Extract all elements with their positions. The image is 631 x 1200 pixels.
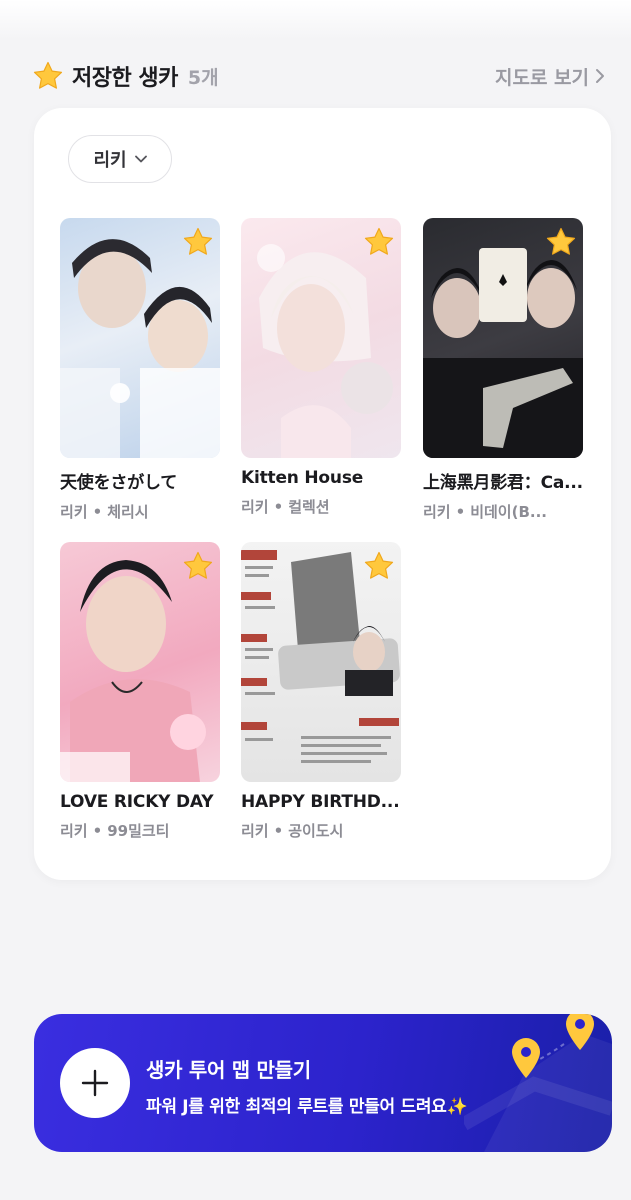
add-button[interactable] — [60, 1048, 130, 1118]
meta-separator: • — [92, 503, 103, 521]
cafe-card[interactable]: HAPPY BIRTHD... 리키 • 공이도시 — [241, 542, 401, 841]
cafe-artist: 리키 — [60, 822, 88, 840]
create-tour-map-banner[interactable]: 생카 투어 맵 만들기 파워 J를 위한 최적의 루트를 만들어 드려요✨ — [34, 1014, 612, 1152]
cafe-title: LOVE RICKY DAY — [60, 792, 214, 812]
cafe-card[interactable]: 天使をさがして 리키 • 체리시 — [60, 218, 220, 522]
top-fade — [0, 0, 631, 40]
cafe-place: 99밀크티 — [107, 822, 170, 840]
favorite-star-icon[interactable] — [182, 550, 214, 582]
artist-filter-label: 리키 — [93, 150, 127, 171]
plus-icon — [81, 1069, 109, 1097]
section-header: 저장한 생카 5개 지도로 보기 — [32, 56, 605, 96]
cafe-thumbnail[interactable] — [60, 542, 220, 782]
cafe-meta: 리키 • 99밀크티 — [60, 820, 220, 841]
cafe-thumbnail[interactable] — [60, 218, 220, 458]
cafe-card[interactable]: LOVE RICKY DAY 리키 • 99밀크티 — [60, 542, 220, 841]
cafe-title: Kitten House — [241, 468, 364, 488]
chevron-down-icon — [134, 155, 147, 163]
meta-separator: • — [455, 503, 466, 521]
cafe-meta: 리키 • 컬렉션 — [241, 496, 401, 517]
section-title: 저장한 생카 — [72, 66, 178, 91]
cafe-meta: 리키 • 비데이(B... — [423, 501, 583, 522]
meta-separator: • — [92, 822, 103, 840]
meta-separator: • — [273, 498, 284, 516]
saved-cafes-card: 리키 天使をさがして 리키 • 체리시 Kitten House 리키 • 컬렉… — [34, 108, 611, 880]
cafe-thumbnail[interactable] — [241, 542, 401, 782]
section-count: 5개 — [187, 66, 219, 89]
cafe-title: 天使をさがして — [60, 473, 178, 493]
cafe-card[interactable]: Kitten House 리키 • 컬렉션 — [241, 218, 401, 517]
section-title-group: 저장한 생카 5개 — [32, 60, 219, 92]
artist-filter-dropdown[interactable]: 리키 — [68, 135, 172, 183]
cafe-place: 비데이(B... — [470, 503, 547, 521]
cafe-thumbnail[interactable] — [423, 218, 583, 458]
cta-description: 파워 J를 위한 최적의 루트를 만들어 드려요✨ — [146, 1097, 468, 1117]
cafe-title: HAPPY BIRTHD... — [241, 792, 400, 812]
cta-title: 생카 투어 맵 만들기 — [146, 1058, 311, 1082]
view-map-label: 지도로 보기 — [494, 66, 589, 89]
cafe-place: 체리시 — [107, 503, 149, 521]
favorite-star-icon[interactable] — [182, 226, 214, 258]
map-pins-illustration — [464, 1014, 612, 1152]
cafe-thumbnail[interactable] — [241, 218, 401, 458]
cafe-card[interactable]: 上海黑月影君：Ca... 리키 • 비데이(B... — [423, 218, 583, 522]
cafe-artist: 리키 — [423, 503, 451, 521]
star-icon — [33, 61, 63, 89]
meta-separator: • — [273, 822, 284, 840]
favorite-star-icon[interactable] — [363, 550, 395, 582]
cafe-place: 공이도시 — [288, 822, 344, 840]
cafe-meta: 리키 • 공이도시 — [241, 820, 401, 841]
cafe-artist: 리키 — [60, 503, 88, 521]
favorite-star-icon[interactable] — [363, 226, 395, 258]
favorite-star-icon[interactable] — [545, 226, 577, 258]
view-map-link[interactable]: 지도로 보기 — [495, 63, 605, 90]
chevron-right-icon — [596, 69, 604, 83]
cafe-place: 컬렉션 — [288, 498, 330, 516]
cafe-title: 上海黑月影君：Ca... — [423, 473, 583, 493]
cafe-artist: 리키 — [241, 498, 269, 516]
cafe-artist: 리키 — [241, 822, 269, 840]
cafe-meta: 리키 • 체리시 — [60, 501, 220, 522]
